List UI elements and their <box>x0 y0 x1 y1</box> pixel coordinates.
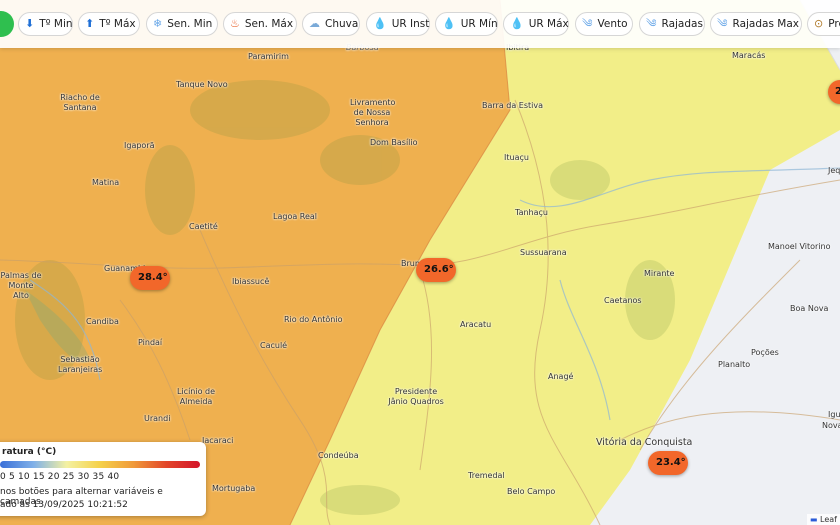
chip-label: UR Inst <box>391 18 430 30</box>
chip-label: Sen. Min <box>167 18 213 30</box>
place-label: Palmas de Monte Alto <box>0 271 42 300</box>
place-label: Paramirim <box>248 52 289 61</box>
place-label: Vitória da Conquista <box>596 437 693 448</box>
chip-label: Rajadas <box>661 18 703 30</box>
toggle-rajadas-max[interactable]: ༄ Rajadas Max <box>710 12 802 36</box>
legend-title: ratura (°C) <box>2 447 57 457</box>
temperature-marker[interactable]: 23.4° <box>648 451 688 475</box>
droplet-icon: 💧 <box>442 17 456 30</box>
place-label: Caetité <box>189 222 218 231</box>
status-indicator[interactable] <box>0 11 14 37</box>
map-attribution[interactable]: ▬ Leaf <box>806 514 840 525</box>
place-label: Rio do Antônio <box>284 315 343 324</box>
place-label: Nova Canaã <box>822 421 840 430</box>
place-label: Caetanos <box>604 296 642 305</box>
place-label: Anagé <box>548 372 574 381</box>
chip-label: UR Mín <box>460 18 498 30</box>
place-label: Mirante <box>644 269 675 278</box>
place-label: Planalto <box>718 360 751 369</box>
attribution-text: Leaf <box>820 515 837 524</box>
snowflake-icon: ❄ <box>153 17 163 30</box>
chip-label: Vento <box>597 18 628 30</box>
place-label: Poções <box>751 348 779 357</box>
place-label: Tanhaçu <box>515 208 548 217</box>
place-label: Iguaí <box>828 410 840 419</box>
place-label: Ibiassucê <box>232 277 270 286</box>
rain-cloud-icon: ☁ <box>309 17 320 30</box>
droplet-icon: 💧 <box>510 17 524 30</box>
droplet-icon: 💧 <box>373 17 387 30</box>
variable-toolbar: ⬇ Tº Min ⬆ Tº Máx ❄ Sen. Min ♨ Sen. Máx ☁ Chu… <box>0 0 840 48</box>
place-label: Candiba <box>86 317 119 326</box>
legend-scale: 0 5 10 15 20 25 30 35 40 <box>0 472 120 482</box>
place-label: Dom Basílio <box>370 138 418 147</box>
place-label: Mortugaba <box>212 484 256 493</box>
temperature-marker[interactable]: 26.6° <box>416 258 456 282</box>
down-arrow-icon: ⬇ <box>25 17 35 30</box>
place-label: Ituaçu <box>504 153 529 162</box>
place-label: Jacaraci <box>202 436 234 445</box>
toggle-vento[interactable]: ༄ Vento <box>575 12 633 36</box>
toggle-pressao[interactable]: ⊙ Pre <box>807 12 840 36</box>
chip-label: Rajadas Max <box>732 18 799 30</box>
place-label: Licínio de Almeida <box>176 387 216 406</box>
toggle-ur-max[interactable]: 💧 UR Máx <box>503 12 569 36</box>
place-label: Igaporã <box>124 141 155 150</box>
place-label: Barra da Estiva <box>482 101 544 110</box>
place-label: Matina <box>92 178 120 187</box>
place-label: Lagoa Real <box>273 212 318 221</box>
fire-icon: ♨ <box>230 17 240 30</box>
toggle-chuva[interactable]: ☁ Chuva <box>302 12 360 36</box>
chip-label: Tº Máx <box>99 18 136 30</box>
toggle-ur-min[interactable]: 💧 UR Mín <box>435 12 498 36</box>
toggle-ur-inst[interactable]: 💧 UR Inst <box>366 12 430 36</box>
place-label: Urandi <box>144 414 171 423</box>
place-label: Jeq <box>828 166 840 175</box>
toggle-temp-max[interactable]: ⬆ Tº Máx <box>78 12 140 36</box>
place-label: Boa Nova <box>790 304 829 313</box>
up-arrow-icon: ⬆ <box>85 17 95 30</box>
place-label: Sebastião Laranjeiras <box>58 355 103 374</box>
chip-label: Pre <box>828 18 840 30</box>
place-label: Manoel Vitorino <box>768 242 831 251</box>
chip-label: Chuva <box>325 18 359 30</box>
place-label: Aracatu <box>460 320 492 329</box>
place-label: Condeúba <box>318 451 359 460</box>
temperature-legend: ratura (°C) 0 5 10 15 20 25 30 35 40 nos… <box>0 442 206 516</box>
place-label: Caculé <box>260 341 288 350</box>
toggle-temp-min[interactable]: ⬇ Tº Min <box>18 12 73 36</box>
legend-color-bar <box>0 461 200 468</box>
place-label: Belo Campo <box>507 487 556 496</box>
pressure-gauge-icon: ⊙ <box>814 17 824 30</box>
place-label: Riacho de Santana <box>60 93 100 112</box>
place-label: Pindaí <box>138 338 163 347</box>
chip-label: Tº Min <box>39 18 73 30</box>
toggle-rajadas[interactable]: ༄ Rajadas <box>639 12 705 36</box>
place-label: Presidente Jânio Quadros <box>388 387 444 406</box>
place-label: Tanque Novo <box>176 80 228 89</box>
flag-icon: ▬ <box>809 515 818 524</box>
toggle-sens-max[interactable]: ♨ Sen. Máx <box>223 12 297 36</box>
chip-label: Sen. Máx <box>244 18 294 30</box>
toggle-sens-min[interactable]: ❄ Sen. Min <box>146 12 218 36</box>
legend-updated-time: ado às 13/09/2025 10:21:52 <box>0 500 128 510</box>
wind-icon: ༄ <box>646 17 657 30</box>
place-label: Tremedal <box>468 471 505 480</box>
wind-icon: ༄ <box>717 17 728 30</box>
place-label: Livramento de Nossa Senhora <box>350 98 396 127</box>
chip-label: UR Máx <box>528 18 569 30</box>
temperature-marker[interactable]: 28.4° <box>130 266 170 290</box>
place-label: Sussuarana <box>520 248 567 257</box>
place-label: Maracás <box>732 51 766 60</box>
wind-icon: ༄ <box>582 17 593 30</box>
